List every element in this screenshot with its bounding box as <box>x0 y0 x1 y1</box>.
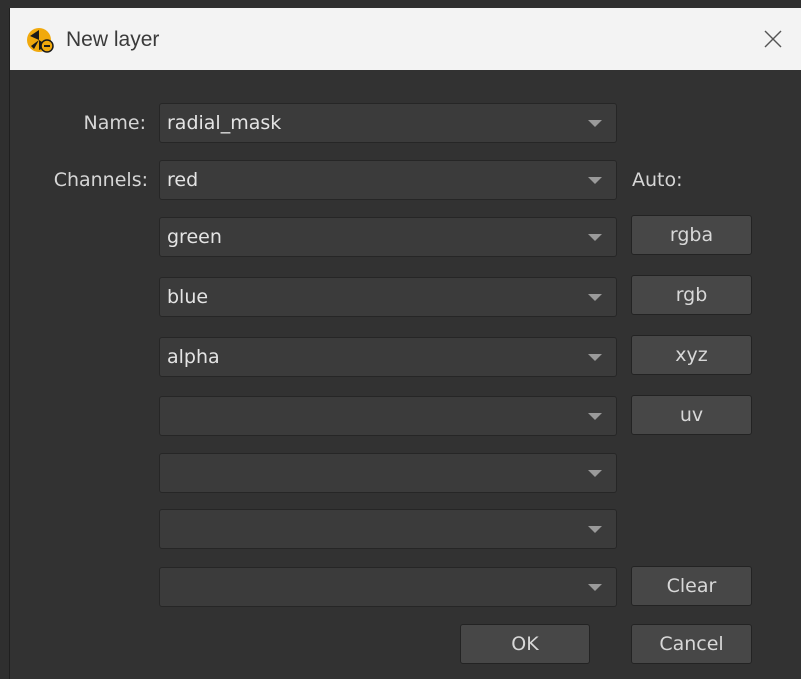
channels-label: Channels: <box>53 169 148 191</box>
name-label: Name: <box>83 112 146 134</box>
close-button[interactable] <box>745 8 801 70</box>
rgba-button[interactable]: rgba <box>631 215 752 255</box>
xyz-button[interactable]: xyz <box>631 335 752 375</box>
channel-value: red <box>167 169 199 191</box>
chevron-down-icon <box>588 120 602 127</box>
channel-combo-1[interactable]: red <box>159 160 617 200</box>
channel-value: alpha <box>167 346 220 368</box>
channel-value: blue <box>167 286 209 308</box>
channel-combo-8[interactable] <box>159 567 617 607</box>
channel-combo-4[interactable]: alpha <box>159 337 617 377</box>
name-combo[interactable]: radial_mask <box>159 103 617 143</box>
chevron-down-icon <box>588 177 602 184</box>
new-layer-dialog: New layer Name: radial_mask Channels: Au… <box>9 8 801 679</box>
chevron-down-icon <box>588 354 602 361</box>
rgb-button[interactable]: rgb <box>631 275 752 315</box>
channel-value: green <box>167 226 222 248</box>
chevron-down-icon <box>588 584 602 591</box>
channel-combo-6[interactable] <box>159 453 617 493</box>
title-bar: New layer <box>10 8 801 71</box>
channel-combo-7[interactable] <box>159 509 617 549</box>
chevron-down-icon <box>588 294 602 301</box>
ok-button[interactable]: OK <box>460 624 590 664</box>
dialog-body: Name: radial_mask Channels: Auto: red gr… <box>10 70 801 679</box>
cancel-button[interactable]: Cancel <box>631 624 752 664</box>
chevron-down-icon <box>588 526 602 533</box>
chevron-down-icon <box>588 413 602 420</box>
clear-button[interactable]: Clear <box>631 566 752 606</box>
uv-button[interactable]: uv <box>631 395 752 435</box>
close-icon <box>764 30 782 48</box>
chevron-down-icon <box>588 234 602 241</box>
auto-label: Auto: <box>632 169 683 191</box>
channel-combo-3[interactable]: blue <box>159 277 617 317</box>
chevron-down-icon <box>588 470 602 477</box>
app-logo-icon <box>26 26 54 54</box>
name-value: radial_mask <box>167 112 282 134</box>
channel-combo-5[interactable] <box>159 396 617 436</box>
dialog-title: New layer <box>66 28 160 51</box>
channel-combo-2[interactable]: green <box>159 217 617 257</box>
